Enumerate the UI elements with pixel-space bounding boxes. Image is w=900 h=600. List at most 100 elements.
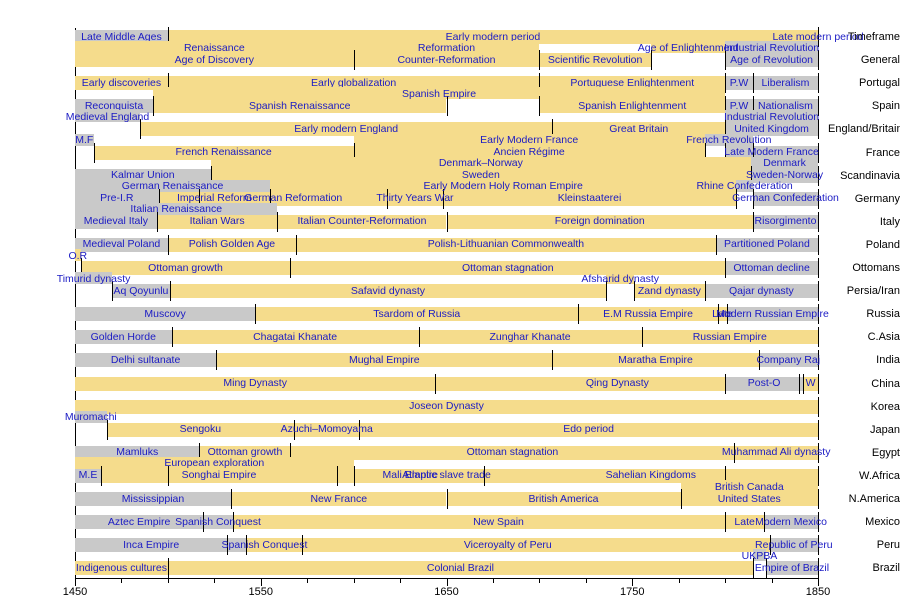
x-tick-minor — [725, 578, 727, 583]
segment-label: Industrial Revolution — [723, 41, 820, 54]
segment-label: Empire of Brazil — [754, 561, 830, 574]
segment-divider — [153, 96, 154, 117]
segment-label: Aztec Empire — [107, 515, 171, 528]
segment-label: Ottoman decline — [733, 261, 810, 274]
x-tick-label: 1750 — [620, 586, 645, 598]
segment-label: P.W — [729, 76, 749, 89]
row-label-france: France — [865, 146, 900, 159]
segment-label: Kleinstaaterei — [557, 192, 622, 205]
row-label-spain: Spain — [871, 100, 900, 113]
x-tick-minor — [353, 578, 355, 583]
segment-label: United States — [717, 492, 781, 505]
x-tick-minor — [400, 578, 402, 583]
segment-label: Counter-Reformation — [397, 53, 496, 66]
segment-divider — [680, 489, 682, 509]
segment-label: Maratha Empire — [618, 353, 693, 366]
segment-divider — [216, 350, 218, 371]
segment-label: Muhammad Ali dynasty — [721, 446, 831, 459]
segment-label: E.M Russia Empire — [603, 307, 693, 320]
row-label-w-africa: W.Africa — [859, 469, 900, 482]
row-label-china: China — [871, 377, 900, 390]
segment-divider — [171, 327, 173, 348]
segment-label: Tsardom of Russia — [373, 307, 461, 320]
segment-label: Ottoman stagnation — [466, 446, 559, 459]
row-label-korea: Korea — [870, 400, 900, 413]
x-tick-label: 1550 — [248, 586, 273, 598]
segment-divider — [725, 373, 727, 394]
x-tick-minor — [585, 578, 587, 583]
segment-divider — [167, 234, 169, 255]
segment-label: Modern Mexico — [755, 515, 827, 528]
row-label-egypt: Egypt — [871, 446, 900, 459]
segment-label: Joseon Dynasty — [409, 400, 484, 413]
segment-divider — [725, 512, 727, 533]
segment-label: British America — [528, 492, 599, 505]
segment-divider — [818, 211, 819, 232]
segment-divider — [752, 73, 754, 94]
segment-label: Spanish Empire — [402, 87, 477, 100]
segment-label: Spanish Conquest — [175, 515, 261, 528]
segment-label: M.F — [75, 134, 94, 146]
segment-divider — [725, 258, 727, 278]
segment-label: Qajar dynasty — [728, 284, 794, 297]
segment-label: Delhi sultanate — [110, 353, 181, 366]
row-label-mexico: Mexico — [865, 516, 900, 529]
segment-label: Reformation — [417, 41, 476, 54]
segment-label: German Renaissance — [121, 180, 224, 193]
segment-divider — [704, 281, 706, 302]
row-label-russia: Russia — [866, 308, 900, 321]
segment-label: Indigenous cultures — [75, 561, 167, 574]
segment-label: British Canada — [714, 480, 784, 493]
x-tick-minor — [492, 578, 494, 583]
segment-divider — [818, 419, 819, 440]
x-tick-minor — [167, 578, 169, 583]
segment-label: Mali Empire — [382, 469, 438, 482]
segment-divider — [725, 73, 727, 94]
segment-label: Colonial Brazil — [426, 561, 494, 574]
segment-label: Mississippian — [121, 492, 185, 505]
segment-label: Golden Horde — [90, 330, 156, 343]
segment-label: Industrial Revolution — [723, 110, 820, 123]
row-label-c-asia: C.Asia — [867, 331, 900, 344]
segment-label: Ming Dynasty — [223, 377, 287, 389]
segment-label: Age of Revolution — [730, 53, 814, 66]
x-tick-major — [260, 578, 262, 586]
segment-label: W — [805, 377, 816, 389]
segment-label: Mughal Empire — [348, 353, 420, 366]
segment-divider — [336, 465, 338, 486]
segment-divider — [818, 465, 819, 486]
segment-label: Risorgimento — [754, 215, 817, 228]
segment-label: Azuchi–Momoyama — [280, 423, 373, 436]
segment-label: Early discoveries — [81, 76, 162, 89]
segment-label: Ottoman growth — [148, 261, 223, 274]
segment-label: Scientific Revolution — [547, 53, 643, 66]
segment-label: Medieval Poland — [82, 238, 161, 251]
segment-divider — [169, 281, 171, 302]
segment-divider — [290, 258, 292, 278]
segment-label: Edo period — [563, 423, 614, 436]
segment-label: Aq Qoyunlu — [113, 284, 169, 297]
segment-divider — [101, 465, 102, 486]
segment-divider — [818, 281, 819, 302]
segment-divider — [277, 211, 279, 232]
segment-label: Sengoku — [179, 423, 222, 436]
segment-label: Early Modern Holy Roman Empire — [423, 180, 583, 193]
segment-divider — [93, 142, 95, 163]
row-label-england-britain: England/Britain — [828, 123, 900, 136]
segment-label: Modern Russian Empire — [716, 307, 829, 320]
x-tick-label: 1650 — [434, 586, 459, 598]
x-tick-minor — [771, 578, 773, 583]
row-label-ottomans: Ottomans — [852, 262, 900, 274]
segment-label: UKPBA — [741, 549, 778, 562]
segment-label: Songhai Empire — [181, 469, 257, 482]
segment-divider — [353, 465, 355, 486]
segment-divider — [818, 73, 819, 94]
segment-label: Ottoman stagnation — [461, 261, 554, 274]
segment-label: Zand dynasty — [637, 284, 701, 297]
segment-label: Italian Renaissance — [130, 203, 223, 216]
segment-divider — [818, 234, 819, 255]
row-label-peru: Peru — [876, 539, 900, 552]
segment-divider — [799, 373, 801, 394]
row-label-general: General — [860, 54, 900, 67]
row-label-italy: Italy — [879, 215, 900, 228]
